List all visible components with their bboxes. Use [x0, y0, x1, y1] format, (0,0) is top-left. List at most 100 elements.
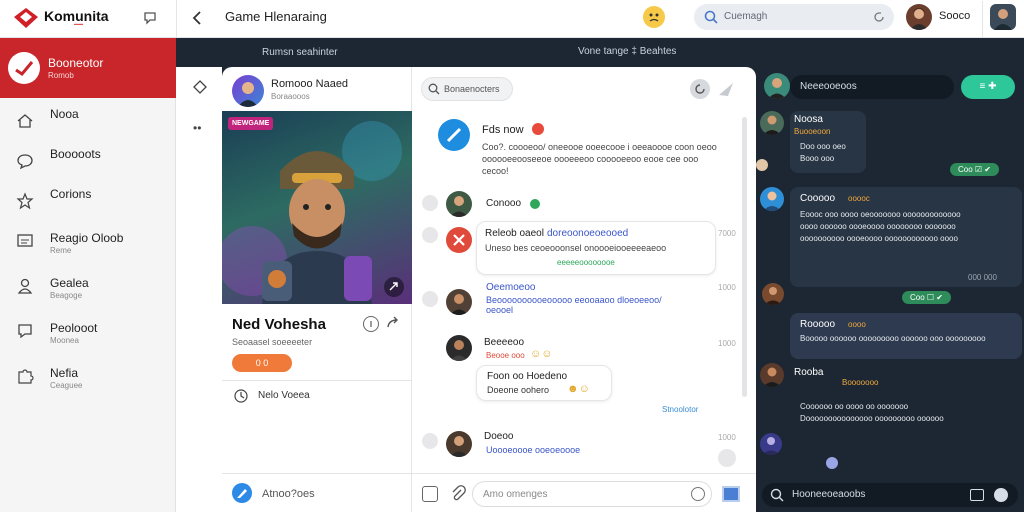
panel-action-button[interactable]: ≡ ✚ [961, 75, 1015, 99]
profile-avatar[interactable] [232, 75, 264, 107]
message-link[interactable]: Stnoolotor [662, 405, 698, 414]
sidebar-active-title: Booneotor [48, 56, 104, 70]
reply-icon[interactable] [422, 227, 438, 243]
feed-item[interactable]: Cooooo ooooc Eoooc ooo oooo oeooooooo oo… [790, 187, 1022, 287]
top-bar: Komunita ━━━ Game Hlenaraing Cuemagh Soo… [0, 0, 1024, 38]
reply-icon[interactable] [422, 433, 438, 449]
search-input[interactable]: Cuemagh [724, 11, 767, 22]
send-outline-icon[interactable] [716, 79, 736, 99]
chat-icon [16, 152, 34, 170]
share-icon[interactable] [384, 277, 404, 297]
message-sub: Beooe ooo [486, 351, 525, 360]
chat-scrollbar[interactable] [742, 117, 747, 397]
feed-item[interactable]: Noosa Buooeoon Doo ooo oeo Booo ooo [790, 111, 866, 173]
brand-logo-icon [12, 6, 40, 30]
item-avatar [760, 111, 784, 135]
item-tag: oooo [848, 320, 866, 329]
header-divider-right [982, 1, 983, 37]
media-icon[interactable] [722, 486, 740, 502]
hero-title: Ned Vohesha [232, 316, 326, 333]
sidebar-active-subtitle: Romob [48, 71, 74, 80]
message-text: Uoooeoooe ooeoeoooe [486, 445, 581, 455]
panel-composer[interactable]: Hooneeoeaoobs [762, 483, 1018, 507]
sidebar-item-chats[interactable]: Booooots [0, 144, 176, 184]
sidebar-item-label: Nooa [50, 107, 79, 121]
item-avatar [762, 283, 784, 305]
sidebar-item-comments[interactable]: Peolooot Moonea [0, 314, 176, 354]
refresh-icon[interactable] [872, 10, 886, 24]
reaction-icon [826, 457, 838, 469]
sidebar-item-home[interactable]: Nooa [0, 104, 176, 144]
game-badge: NEWGAME [228, 117, 274, 130]
notification-bubble-icon[interactable] [142, 10, 158, 26]
more-icon[interactable]: •• [193, 121, 201, 135]
item-author: Cooooo [800, 193, 836, 204]
reply-icon[interactable] [422, 291, 438, 307]
tag-icon[interactable] [192, 79, 208, 95]
sidebar-item-label: Booooots [50, 147, 101, 161]
game-hero-image[interactable]: NEWGAME [222, 111, 412, 304]
status-pill[interactable]: 0 0 [232, 354, 292, 372]
sidebar-item-label: Corions [50, 187, 92, 201]
panel-composer-input[interactable]: Hooneeoeaoobs [792, 489, 865, 500]
emoji-picker-icon[interactable] [691, 487, 705, 501]
chat-search-input[interactable]: Bonaenocters [444, 84, 500, 94]
panel-search[interactable]: Neeeooeoos [790, 75, 954, 99]
reply-icon[interactable] [422, 195, 438, 211]
message-author: Fds now [482, 124, 524, 136]
back-arrow-icon[interactable] [190, 9, 204, 27]
user-icon [16, 277, 34, 295]
message-input[interactable]: Amo omenges [472, 481, 712, 507]
message-avatar [446, 431, 472, 457]
message-input-placeholder: Amo omenges [483, 489, 548, 500]
composer-left-label[interactable]: Atnoo?oes [262, 488, 315, 500]
emoji-icon: ☺☺ [530, 348, 553, 360]
sidebar-item-screen[interactable]: Reagio Oloob Reme [0, 224, 176, 264]
feed-item[interactable]: Rooba Booooooo Coooooo oo oooo oo oooooo… [790, 365, 1022, 431]
item-author: Rooba [794, 367, 824, 378]
chat-panel: Bonaenocters Fds now Coo?. coooeoo/ onee… [222, 67, 756, 512]
item-avatar [760, 363, 784, 387]
message-author: Doeoo [484, 431, 514, 442]
user-avatar[interactable] [906, 4, 932, 30]
sidebar-item-sub: Beagoge [50, 291, 83, 300]
sidebar-item-favorites[interactable]: Corions [0, 184, 176, 224]
message-author: Foon oo Hoedeno [487, 371, 568, 382]
section-divider [222, 380, 412, 381]
emoji-face-icon[interactable] [643, 6, 665, 28]
chat-search[interactable]: Bonaenocters [421, 77, 513, 101]
info-icon[interactable] [363, 316, 379, 332]
secondary-avatar[interactable] [990, 4, 1016, 30]
message-avatar [438, 119, 470, 151]
emoji-icon: ☻☺ [567, 383, 590, 395]
composer-divider [222, 473, 756, 474]
message-text: Doeone oohero [487, 385, 550, 395]
paperclip-icon[interactable] [450, 485, 466, 503]
sidebar: Booneotor Romob Nooa Booooots Corions Re… [0, 38, 176, 512]
item-text: Coooooo oo oooo oo ooooooo Doooooooooooo… [800, 402, 944, 423]
emoji-picker-icon[interactable] [994, 488, 1008, 502]
message-link[interactable]: doreoonoeoeooed [547, 228, 628, 239]
refresh-button-icon[interactable] [690, 79, 710, 99]
screen-icon [16, 232, 34, 250]
compose-icon[interactable] [232, 483, 252, 503]
star-icon [16, 192, 34, 210]
sidebar-item-people[interactable]: Gealea Beagoge [0, 269, 176, 309]
image-icon[interactable] [970, 489, 984, 501]
message-avatar [446, 335, 472, 361]
sidebar-item-label: Nefia [50, 366, 79, 380]
attach-image-icon[interactable] [422, 486, 438, 502]
status-tag[interactable]: Coo ☐ ✔ [902, 291, 951, 304]
sidebar-item-sub: Moonea [50, 336, 79, 345]
brand-tagline: ━━━ [74, 22, 84, 28]
forward-icon[interactable] [385, 315, 401, 331]
feed-item[interactable]: Rooooo oooo Booooo oooooo ooooooooo oooo… [790, 313, 1022, 359]
status-tag[interactable]: Coo ☑ ✔ [950, 163, 999, 176]
sidebar-item-puzzles[interactable]: Nefia Ceaguee [0, 359, 176, 399]
scroll-down-icon[interactable] [718, 449, 736, 467]
sidebar-item-active[interactable]: Booneotor Romob [0, 38, 176, 98]
message-text: Coo?. coooeoo/ oneeooe ooeecooe i oeeaoo… [482, 142, 717, 176]
search-bar[interactable]: Cuemagh [694, 4, 894, 30]
user-name[interactable]: Sooco [939, 10, 970, 22]
hero-subtitle: Seoaasel soeeeeter [232, 337, 313, 347]
